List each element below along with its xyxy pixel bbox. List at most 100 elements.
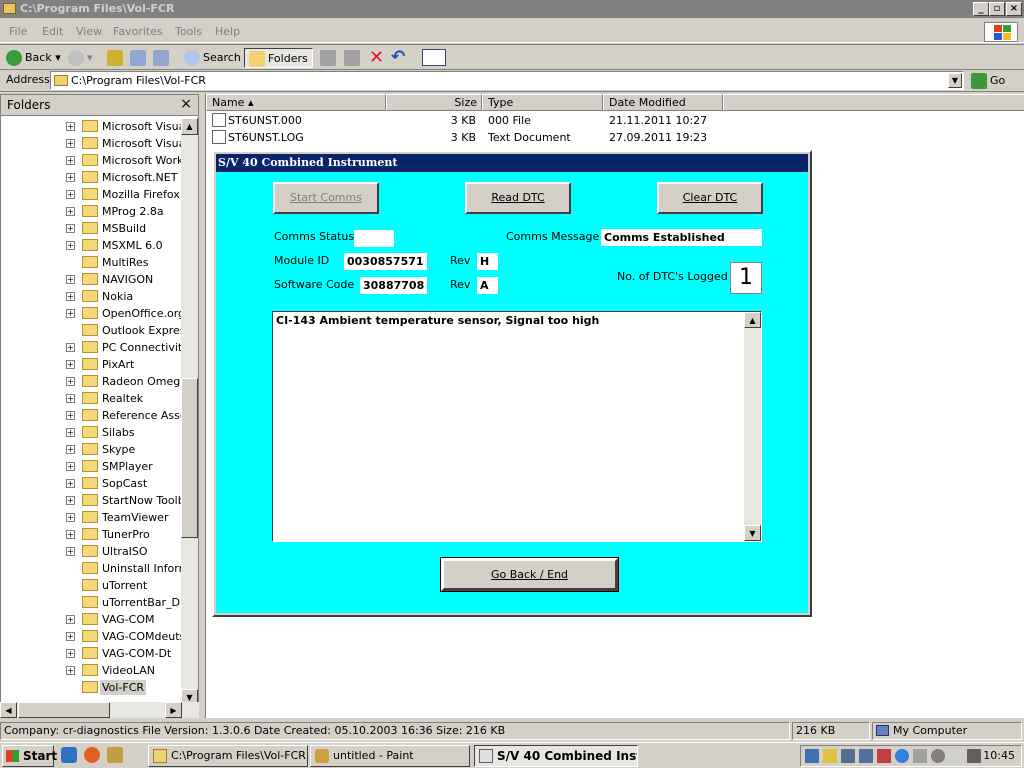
forward-button[interactable]: ▾ (64, 48, 97, 68)
expand-icon[interactable]: + (66, 275, 75, 284)
expand-icon[interactable]: + (66, 241, 75, 250)
hscroll-thumb[interactable] (18, 702, 110, 718)
folder-tree-item[interactable]: Vol-FCR (1, 679, 181, 696)
volume-tray-icon[interactable] (913, 749, 927, 763)
folder-tree-item[interactable]: + Silabs (1, 424, 181, 441)
folder-tree-item[interactable]: + Nokia (1, 288, 181, 305)
menu-edit[interactable]: Edit (42, 25, 63, 38)
start-comms-button[interactable]: Start Comms (273, 182, 379, 214)
expand-icon[interactable]: + (66, 428, 75, 437)
back-button[interactable]: Back ▾ (2, 48, 65, 68)
folder-tree-item[interactable]: + MProg 2.8a (1, 203, 181, 220)
column-name[interactable]: Name ▴ (206, 94, 386, 111)
skype-tray-icon[interactable] (895, 749, 909, 763)
expand-icon[interactable]: + (66, 139, 75, 148)
start-button[interactable]: Start (2, 745, 57, 767)
search-button[interactable]: Search (180, 48, 245, 68)
expand-icon[interactable]: + (66, 547, 75, 556)
folder-tree-item[interactable]: + VAG-COM-Dt (1, 645, 181, 662)
folder-tree-item[interactable]: + Skype (1, 441, 181, 458)
task-paint[interactable]: untitled - Paint (310, 745, 470, 767)
task-sv40-dialog[interactable]: S/V 40 Combined Inst... (474, 745, 638, 767)
expand-icon[interactable]: + (66, 343, 75, 352)
file-row[interactable]: ST6UNST.000 3 KB 000 File 21.11.2011 10:… (206, 112, 806, 129)
menu-view[interactable]: View (76, 25, 102, 38)
expand-icon[interactable]: + (66, 632, 75, 641)
expand-icon[interactable]: + (66, 360, 75, 369)
folder-tree-item[interactable]: + VAG-COM (1, 611, 181, 628)
folder-tree-item[interactable]: + MSXML 6.0 (1, 237, 181, 254)
up-folder-icon[interactable] (107, 50, 123, 66)
display-tray-icon[interactable] (967, 749, 981, 763)
folder-tree-item[interactable]: + Microsoft Works (1, 152, 181, 169)
menu-help[interactable]: Help (215, 25, 240, 38)
column-size[interactable]: Size (386, 94, 482, 111)
folder-tree-item[interactable]: + PixArt (1, 356, 181, 373)
scroll-thumb[interactable] (181, 378, 198, 538)
scroll-up-icon[interactable]: ▲ (744, 312, 761, 328)
folder-tree-item[interactable]: + Microsoft Visual S (1, 135, 181, 152)
clear-dtc-button[interactable]: Clear DTC (657, 182, 763, 214)
maximize-button[interactable]: ▫ (989, 2, 1005, 16)
close-pane-icon[interactable]: × (180, 96, 192, 112)
folder-tree-item[interactable]: + SMPlayer (1, 458, 181, 475)
folder-tree-item[interactable]: + Microsoft Visual S (1, 118, 181, 135)
menu-favorites[interactable]: Favorites (113, 25, 163, 38)
expand-icon[interactable]: + (66, 122, 75, 131)
expand-icon[interactable]: + (66, 462, 75, 471)
folder-tree-item[interactable]: + MSBuild (1, 220, 181, 237)
delete-icon[interactable]: ✕ (369, 47, 384, 68)
expand-icon[interactable]: + (66, 190, 75, 199)
network2-tray-icon[interactable] (859, 749, 873, 763)
expand-icon[interactable]: + (66, 479, 75, 488)
folders-button[interactable]: Folders (244, 48, 313, 68)
folder-tree-item[interactable]: + NAVIGON (1, 271, 181, 288)
expand-icon[interactable]: + (66, 173, 75, 182)
column-type[interactable]: Type (482, 94, 603, 111)
monitor-tray-icon[interactable] (949, 749, 963, 763)
folder-tree-item[interactable]: + StartNow Toolba (1, 492, 181, 509)
folder-tree-item[interactable]: + TeamViewer (1, 509, 181, 526)
scroll-down-icon[interactable]: ▼ (744, 525, 761, 541)
column-date-modified[interactable]: Date Modified (603, 94, 723, 111)
folder-tree-item[interactable]: + Microsoft.NET (1, 169, 181, 186)
expand-icon[interactable]: + (66, 411, 75, 420)
folder-tree-item[interactable]: + OpenOffice.org 3 (1, 305, 181, 322)
expand-icon[interactable]: + (66, 207, 75, 216)
folder-tree-item[interactable]: + Realtek (1, 390, 181, 407)
scroll-right-icon[interactable]: ▶ (165, 702, 182, 718)
read-dtc-button[interactable]: Read DTC (465, 182, 571, 214)
network-tray-icon[interactable] (805, 749, 819, 763)
go-button[interactable]: Go (968, 71, 1020, 91)
menu-file[interactable]: File (9, 25, 27, 38)
folder-tree-item[interactable]: uTorrentBar_DE (1, 594, 181, 611)
network-offline-tray-icon[interactable] (841, 749, 855, 763)
folder-tree-item[interactable]: Uninstall Informa (1, 560, 181, 577)
expand-icon[interactable]: + (66, 292, 75, 301)
address-dropdown-icon[interactable]: ▼ (948, 73, 962, 88)
dtc-list-textarea[interactable]: CI-143 Ambient temperature sensor, Signa… (272, 311, 762, 542)
folder-tree-item[interactable]: + SopCast (1, 475, 181, 492)
folder-tree-hscrollbar[interactable]: ◀ ▶ (0, 702, 199, 718)
expand-icon[interactable]: + (66, 496, 75, 505)
folder-tree-item[interactable]: uTorrent (1, 577, 181, 594)
copy-to-icon[interactable] (130, 50, 146, 66)
folder-tree-item[interactable]: + Mozilla Firefox (1, 186, 181, 203)
folder-tree-item[interactable]: + Reference Assem (1, 407, 181, 424)
scroll-left-icon[interactable]: ◀ (0, 702, 17, 718)
views-icon[interactable] (422, 49, 446, 66)
folder-tree-item[interactable]: + TunerPro (1, 526, 181, 543)
security-tray-icon[interactable] (877, 749, 891, 763)
dtc-list-scrollbar[interactable]: ▲ ▼ (744, 312, 761, 541)
expand-icon[interactable]: + (66, 615, 75, 624)
ie-quicklaunch-icon[interactable] (61, 747, 77, 763)
expand-icon[interactable]: + (66, 445, 75, 454)
folder-tree-item[interactable]: + Radeon Omega D (1, 373, 181, 390)
mail-tray-icon[interactable] (823, 749, 837, 763)
menu-tools[interactable]: Tools (175, 25, 202, 38)
app-tray-icon[interactable] (931, 749, 945, 763)
task-explorer[interactable]: C:\Program Files\Vol-FCR (148, 745, 308, 767)
undo-icon[interactable]: ↶ (391, 47, 405, 67)
folder-tree-item[interactable]: + UltraISO (1, 543, 181, 560)
file-row[interactable]: ST6UNST.LOG 3 KB Text Document 27.09.201… (206, 129, 806, 146)
